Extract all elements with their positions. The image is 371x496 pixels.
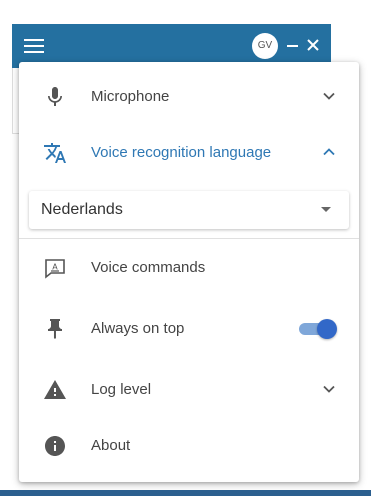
- menu-item-log-level[interactable]: Log level: [19, 364, 359, 414]
- close-icon[interactable]: [306, 38, 320, 52]
- menu-item-label: Always on top: [91, 319, 185, 337]
- user-avatar[interactable]: GV: [252, 33, 278, 59]
- always-on-top-toggle[interactable]: [299, 319, 337, 339]
- menu-item-microphone[interactable]: Microphone: [19, 71, 359, 121]
- menu-item-voice-recognition-language[interactable]: Voice recognition language: [19, 127, 359, 177]
- language-select[interactable]: Nederlands: [29, 191, 349, 229]
- keyboard-box-icon: A: [43, 256, 67, 280]
- menu-item-label: Voice commands: [91, 258, 206, 276]
- chevron-down-icon: [323, 385, 335, 393]
- menu-item-always-on-top[interactable]: Always on top: [19, 303, 359, 353]
- svg-text:A: A: [52, 263, 58, 272]
- divider: [19, 238, 359, 239]
- menu-item-voice-commands[interactable]: A Voice commands: [19, 242, 359, 292]
- hamburger-menu-icon[interactable]: [24, 39, 44, 53]
- menu-item-label: About: [91, 436, 131, 454]
- menu-item-label: Log level: [91, 380, 152, 398]
- info-icon: [43, 434, 67, 458]
- warning-icon: [43, 378, 67, 402]
- screen: GV Microphone Voice recognition language…: [0, 0, 371, 496]
- caret-down-icon: [321, 207, 331, 212]
- bottom-bar: [0, 490, 371, 496]
- menu-item-label: Voice recognition language: [91, 143, 272, 161]
- chevron-up-icon: [323, 148, 335, 156]
- microphone-icon: [43, 85, 67, 109]
- settings-menu: Microphone Voice recognition language Ne…: [19, 62, 359, 482]
- menu-item-about[interactable]: About: [19, 420, 359, 470]
- chevron-down-icon: [323, 92, 335, 100]
- translate-icon: [43, 141, 67, 165]
- toggle-thumb: [317, 319, 337, 339]
- menu-item-label: Microphone: [91, 87, 170, 105]
- language-select-value: Nederlands: [41, 201, 123, 218]
- pin-icon: [43, 317, 67, 341]
- minimize-icon[interactable]: [287, 45, 298, 47]
